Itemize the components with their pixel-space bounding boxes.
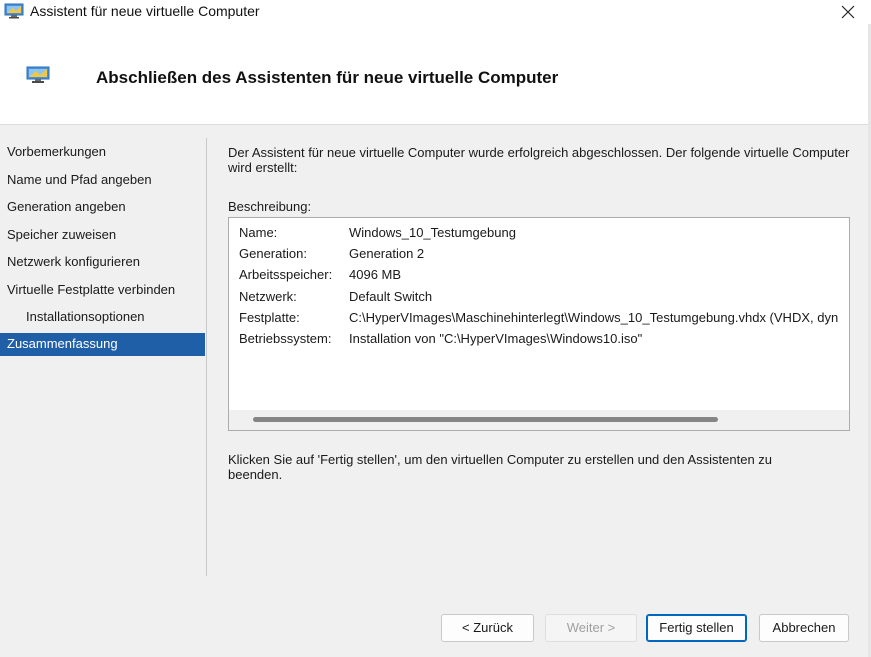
wizard-header: Abschließen des Assistenten für neue vir… [0, 24, 868, 125]
back-button[interactable]: < Zurück [441, 614, 534, 642]
nav-item-name-und-pfad[interactable]: Name und Pfad angeben [0, 168, 205, 196]
summary-key: Arbeitsspeicher: [239, 267, 333, 283]
nav-item-netzwerk[interactable]: Netzwerk konfigurieren [0, 250, 205, 278]
page-title: Abschließen des Assistenten für neue vir… [96, 68, 559, 87]
finish-instructions: Klicken Sie auf 'Fertig stellen', um den… [228, 452, 773, 482]
summary-value: 4096 MB [349, 267, 402, 283]
scrollbar-thumb[interactable] [253, 417, 718, 422]
nav-item-generation[interactable]: Generation angeben [0, 195, 205, 223]
horizontal-scrollbar[interactable] [229, 410, 849, 430]
summary-row: Festplatte: C:\HyperVImages\Maschinehint… [239, 307, 838, 328]
summary-key: Festplatte: [239, 309, 300, 325]
close-button[interactable] [825, 0, 871, 24]
summary-value: Windows_10_Testumgebung [349, 225, 516, 240]
summary-key: Name: [239, 225, 278, 240]
nav-item-installationsoptionen[interactable]: Installationsoptionen [0, 305, 205, 333]
summary-row: Name: Windows_10_Testumgebung [239, 222, 838, 243]
summary-row: Netzwerk: Default Switch [239, 286, 838, 307]
summary-box[interactable]: Name: Windows_10_Testumgebung Generation… [228, 217, 850, 431]
monitor-icon [4, 3, 24, 19]
summary-row: Arbeitsspeicher: 4096 MB [239, 264, 838, 285]
nav-divider [206, 138, 207, 576]
window-title: Assistent für neue virtuelle Computer [30, 3, 260, 19]
wizard-steps-nav: Vorbemerkungen Name und Pfad angeben Gen… [0, 140, 205, 356]
nav-item-festplatte[interactable]: Virtuelle Festplatte verbinden [0, 278, 205, 306]
nav-item-vorbemerkungen[interactable]: Vorbemerkungen [0, 140, 205, 168]
summary-row: Generation: Generation 2 [239, 243, 838, 264]
nav-item-zusammenfassung[interactable]: Zusammenfassung [0, 332, 205, 356]
summary-key: Netzwerk: [239, 288, 297, 304]
cancel-button[interactable]: Abbrechen [759, 614, 849, 642]
summary-value: Generation 2 [349, 246, 425, 262]
monitor-icon [26, 66, 50, 84]
intro-text: Der Assistent für neue virtuelle Compute… [228, 145, 850, 175]
summary-content: Der Assistent für neue virtuelle Compute… [228, 145, 858, 214]
finish-button[interactable]: Fertig stellen [646, 614, 747, 642]
nav-item-speicher[interactable]: Speicher zuweisen [0, 223, 205, 251]
description-label: Beschreibung: [228, 199, 312, 214]
summary-key: Betriebssystem: [239, 330, 332, 346]
close-icon [841, 5, 855, 19]
summary-value: Default Switch [349, 288, 433, 304]
summary-key: Generation: [239, 246, 307, 262]
next-button[interactable]: Weiter > [545, 614, 637, 642]
summary-table: Name: Windows_10_Testumgebung Generation… [239, 222, 838, 349]
title-bar: Assistent für neue virtuelle Computer [0, 0, 871, 24]
summary-row: Betriebssystem: Installation von "C:\Hyp… [239, 328, 838, 349]
summary-value: Installation von "C:\HyperVImages\Window… [349, 330, 643, 346]
summary-value: C:\HyperVImages\Maschinehinterlegt\Windo… [349, 309, 839, 325]
